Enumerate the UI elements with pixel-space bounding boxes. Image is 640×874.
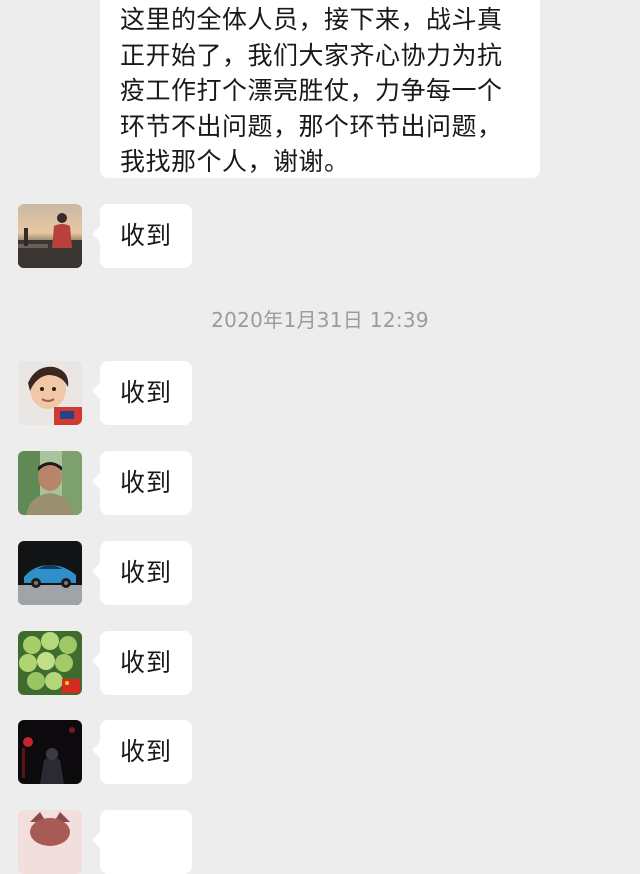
- message-line: 这里的全体人员，接下来，战斗真: [120, 5, 503, 34]
- message-text: 收到: [119, 558, 172, 587]
- sunset-person-avatar[interactable]: [18, 204, 82, 268]
- dark-night-avatar[interactable]: [18, 720, 82, 784]
- message-text: 收到: [119, 737, 172, 766]
- man-portrait-avatar[interactable]: [18, 451, 82, 515]
- message-bubble[interactable]: 收到: [92, 720, 192, 784]
- message-line: 环节不出问题，那个环节出问题，: [120, 111, 503, 141]
- message-bubble[interactable]: 收到: [92, 631, 192, 695]
- message-line: 正开始了，我们大家齐心协力为抗: [120, 40, 503, 70]
- message-text: 收到: [119, 648, 172, 677]
- message-text: 收到: [119, 468, 172, 497]
- cat-avatar[interactable]: [18, 810, 82, 874]
- sports-car-avatar[interactable]: [18, 541, 82, 605]
- chat-message-list[interactable]: 这里的全体人员，接下来，战斗真 正开始了，我们大家齐心协力为抗 疫工作打个漂亮胜…: [0, 0, 640, 874]
- timestamp: 2020年1月31日 12:39: [211, 308, 429, 332]
- message-text: 收到: [119, 378, 172, 407]
- message-text: 收到: [119, 221, 172, 250]
- message-bubble[interactable]: 收到: [92, 204, 192, 268]
- child-avatar[interactable]: [18, 361, 82, 425]
- message-bubble[interactable]: 收到: [92, 361, 192, 425]
- green-grapes-avatar[interactable]: [18, 631, 82, 695]
- message-bubble-long[interactable]: 这里的全体人员，接下来，战斗真 正开始了，我们大家齐心协力为抗 疫工作打个漂亮胜…: [100, 0, 540, 178]
- message-line: 我找那个人，谢谢。: [120, 147, 350, 176]
- message-bubble[interactable]: 收到: [92, 451, 192, 515]
- message-bubble[interactable]: [92, 810, 192, 874]
- message-bubble[interactable]: 收到: [92, 541, 192, 605]
- message-line: 疫工作打个漂亮胜仗，力争每一个: [120, 76, 503, 105]
